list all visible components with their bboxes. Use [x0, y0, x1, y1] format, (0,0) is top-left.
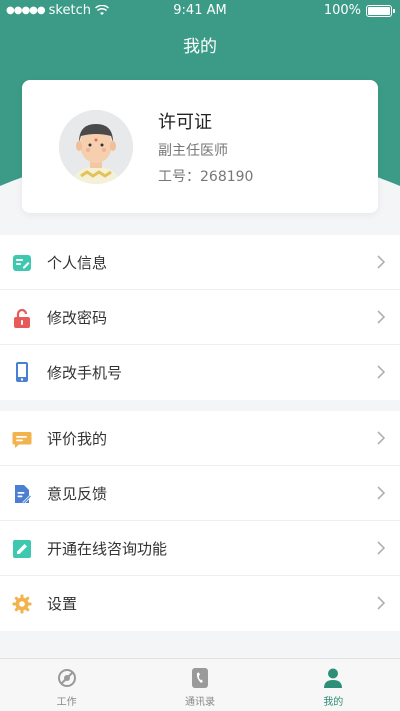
menu-item-label: 开通在线咨询功能	[47, 540, 168, 558]
menu-item-label: 个人信息	[47, 254, 108, 272]
menu-item-label: 意见反馈	[47, 485, 108, 503]
menu-item-personal-info[interactable]: 个人信息	[0, 235, 400, 290]
edit-icon	[13, 540, 31, 558]
chevron-right-icon	[377, 486, 386, 500]
profile-employee-id: 工号：268190	[158, 166, 253, 186]
chevron-right-icon	[377, 310, 386, 324]
employee-id-value: 268190	[200, 169, 254, 185]
battery-icon	[366, 4, 395, 17]
tab-label: 我的	[323, 697, 344, 708]
phone-icon	[16, 362, 28, 382]
comment-icon	[12, 432, 32, 448]
menu-group-account: 个人信息 修改密码 修改手机号	[0, 235, 400, 400]
page-title: 我的	[183, 37, 217, 57]
menu-item-settings[interactable]: 设置	[0, 576, 400, 631]
tab-mine[interactable]: 我的	[267, 659, 400, 711]
lock-icon	[14, 308, 30, 328]
gear-icon	[12, 594, 32, 614]
id-card-icon	[13, 255, 31, 271]
avatar[interactable]	[59, 110, 133, 184]
contacts-icon	[191, 668, 208, 688]
menu-item-label: 修改密码	[47, 309, 108, 327]
profile-card[interactable]: 许可证 副主任医师 工号：268190	[22, 80, 378, 213]
chevron-right-icon	[377, 365, 386, 379]
profile-name: 许可证	[158, 112, 212, 133]
tab-label: 通讯录	[184, 697, 215, 708]
chevron-right-icon	[377, 596, 386, 610]
menu-item-change-password[interactable]: 修改密码	[0, 290, 400, 345]
battery-percent: 100%	[323, 3, 361, 18]
tab-work[interactable]: 工作	[0, 659, 133, 711]
tab-contacts[interactable]: 通讯录	[133, 659, 266, 711]
menu-item-feedback[interactable]: 意见反馈	[0, 466, 400, 521]
tab-bar: 工作 通讯录 我的	[0, 658, 400, 711]
menu-item-label: 修改手机号	[47, 364, 123, 382]
menu-group-service: 评价我的 意见反馈 开通在线咨询功能 设置	[0, 411, 400, 631]
menu-item-change-phone[interactable]: 修改手机号	[0, 345, 400, 400]
status-right: 100%	[323, 3, 395, 18]
menu-item-label: 设置	[47, 595, 78, 613]
tab-label: 工作	[56, 697, 77, 708]
chevron-right-icon	[377, 255, 386, 269]
person-icon	[324, 668, 343, 688]
status-bar: ●●●●● sketch 9:41 AM 100%	[0, 0, 400, 22]
employee-id-label: 工号：	[158, 169, 200, 185]
feedback-icon	[15, 485, 32, 504]
chevron-right-icon	[377, 541, 386, 555]
chevron-right-icon	[377, 431, 386, 445]
work-icon	[57, 669, 76, 687]
avatar-illustration	[59, 110, 133, 184]
profile-position: 副主任医师	[158, 143, 228, 159]
menu-item-label: 评价我的	[47, 430, 108, 448]
menu-item-enable-online-consult[interactable]: 开通在线咨询功能	[0, 521, 400, 576]
menu-item-my-reviews[interactable]: 评价我的	[0, 411, 400, 466]
